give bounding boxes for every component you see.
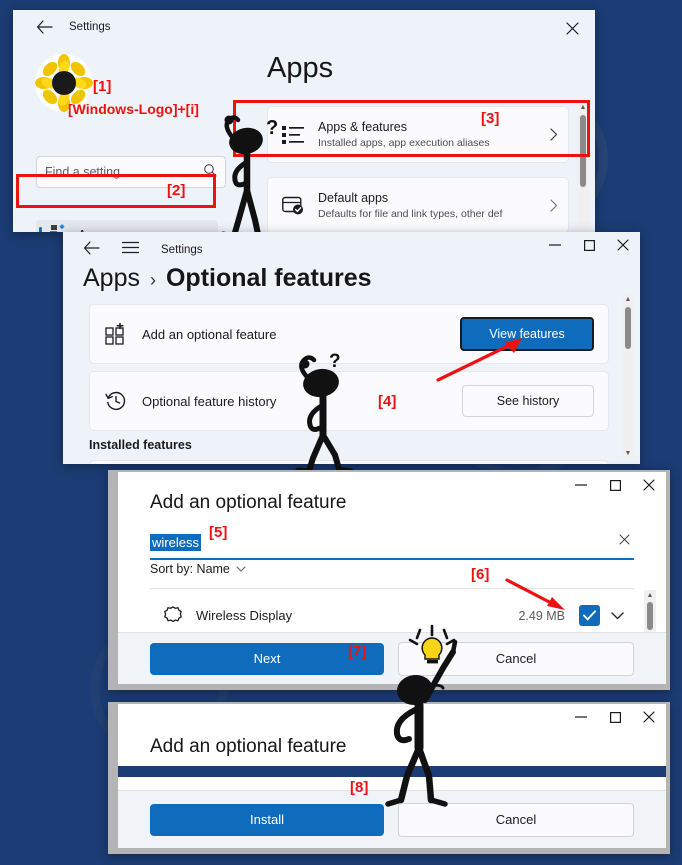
minimize-icon[interactable] <box>538 232 572 258</box>
page-title: Apps <box>267 52 334 84</box>
breadcrumb-current: Optional features <box>165 264 372 292</box>
scrollbar-thumb[interactable] <box>625 307 631 349</box>
card-subtitle: Installed apps, app execution aliases <box>318 136 490 149</box>
screenshot-stage: www.SoftwareOK.com :-) Settings <box>0 0 682 865</box>
selection-indicator <box>39 227 42 232</box>
apps-icon <box>50 224 67 232</box>
cancel-button[interactable]: Cancel <box>398 802 634 837</box>
scroll-up-icon[interactable]: ▲ <box>644 590 656 601</box>
close-icon[interactable] <box>559 18 585 38</box>
row-optional-feature-history: Optional feature history See history <box>89 371 609 431</box>
card-default-apps[interactable]: Default apps Defaults for file and link … <box>267 177 569 232</box>
maximize-icon[interactable] <box>598 704 632 730</box>
window3-caption-buttons <box>564 472 666 498</box>
history-clock-icon <box>90 390 142 412</box>
section-heading-installed-features: Installed features <box>89 438 192 452</box>
scrollbar-thumb[interactable] <box>647 602 653 630</box>
add-optional-feature-install-dialog: Add an optional feature Install Cancel <box>108 702 670 854</box>
annotation-1: [1] <box>93 78 112 95</box>
window1-sidebar: Find a setting Apps <box>13 44 249 232</box>
back-arrow-icon[interactable] <box>83 240 100 260</box>
annotation-6: [6] <box>471 566 490 583</box>
chevron-right-icon <box>540 199 568 212</box>
dialog-title: Add an optional feature <box>150 492 347 513</box>
scroll-down-icon[interactable]: ▼ <box>622 448 634 459</box>
installed-features-search-row: Search Sort by: Name <box>89 460 609 464</box>
default-apps-icon <box>268 195 318 216</box>
window1-scrollbar[interactable]: ▲ ▼ <box>577 102 589 232</box>
window2-app-title: Settings <box>161 244 203 256</box>
dialog-footer: Next Cancel <box>118 632 666 684</box>
sidebar-item-apps[interactable]: Apps <box>36 220 218 232</box>
optional-features-window: Settings Apps › Optional features Add an… <box>63 232 640 464</box>
search-input-value: wireless <box>150 533 201 551</box>
list-icon <box>268 125 318 145</box>
card-subtitle: Defaults for file and link types, other … <box>318 207 503 220</box>
search-placeholder: Find a setting <box>45 165 121 179</box>
dialog-body: Add an optional feature Install Cancel <box>118 704 666 848</box>
row-label: Optional feature history <box>142 393 277 409</box>
card-text: Default apps Defaults for file and link … <box>318 190 540 221</box>
annotation-3: [3] <box>481 110 500 127</box>
window4-caption-buttons <box>564 704 666 730</box>
scroll-up-icon[interactable]: ▲ <box>622 294 634 305</box>
annotation-shortcut: [Windows-Logo]+[i] <box>68 101 199 117</box>
window1-titlebar: Settings <box>13 10 595 44</box>
card-title: Apps & features <box>318 119 407 134</box>
clear-x-icon[interactable] <box>619 533 630 548</box>
sort-by-label: Sort by: Name <box>150 562 230 576</box>
settings-apps-window: Settings Find a setting Apps Apps & feat… <box>13 10 595 232</box>
row-add-optional-feature: Add an optional feature View features <box>89 304 609 364</box>
close-icon[interactable] <box>632 472 666 498</box>
add-optional-feature-dialog: Add an optional feature wireless Sort by… <box>108 470 670 690</box>
maximize-icon[interactable] <box>572 232 606 258</box>
minimize-icon[interactable] <box>564 704 598 730</box>
scrollbar-thumb[interactable] <box>580 115 586 187</box>
see-history-button[interactable]: See history <box>462 385 594 417</box>
card-apps-and-features[interactable]: Apps & features Installed apps, app exec… <box>267 106 569 163</box>
chevron-down-icon[interactable] <box>600 611 634 620</box>
maximize-icon[interactable] <box>598 472 632 498</box>
window1-content: Apps Apps & features Installed apps, app… <box>249 44 595 232</box>
add-grid-icon <box>90 323 142 345</box>
dialog-footer: Install Cancel <box>118 790 666 848</box>
minimize-icon[interactable] <box>564 472 598 498</box>
sort-by-dropdown[interactable]: Sort by: Name <box>150 562 246 576</box>
search-input[interactable]: Find a setting <box>36 156 226 188</box>
search-icon <box>203 163 217 182</box>
row-label: Add an optional feature <box>142 326 277 342</box>
background-gap-bar <box>118 766 666 777</box>
scroll-up-icon[interactable]: ▲ <box>577 102 589 113</box>
breadcrumb-parent[interactable]: Apps <box>83 264 140 293</box>
breadcrumb-separator: › <box>149 270 156 290</box>
breadcrumb: Apps › Optional features <box>83 264 372 293</box>
window1-app-title: Settings <box>69 21 111 33</box>
annotation-7: [7] <box>348 643 367 660</box>
card-text: Apps & features Installed apps, app exec… <box>318 119 540 150</box>
dialog-title: Add an optional feature <box>150 736 347 757</box>
hamburger-menu-icon[interactable] <box>121 241 140 259</box>
feature-size: 2.49 MB <box>518 608 565 623</box>
window2-scrollbar[interactable]: ▲ ▼ <box>622 294 634 459</box>
view-features-button[interactable]: View features <box>460 317 594 351</box>
back-arrow-icon[interactable] <box>35 18 53 36</box>
annotation-4: [4] <box>378 393 397 410</box>
chevron-down-icon <box>236 565 246 572</box>
feature-gear-icon <box>150 605 196 627</box>
install-button[interactable]: Install <box>150 803 384 836</box>
annotation-8: [8] <box>350 779 369 796</box>
cancel-button[interactable]: Cancel <box>398 641 634 676</box>
close-icon[interactable] <box>606 232 640 258</box>
annotation-2: [2] <box>167 182 186 199</box>
dialog-body: Add an optional feature wireless Sort by… <box>118 472 666 684</box>
feature-checkbox[interactable] <box>579 605 600 626</box>
feature-name: Wireless Display <box>196 608 293 623</box>
annotation-5: [5] <box>209 524 228 541</box>
window2-caption-buttons <box>538 232 640 258</box>
card-title: Default apps <box>318 190 389 205</box>
chevron-right-icon <box>540 128 568 141</box>
close-icon[interactable] <box>632 704 666 730</box>
